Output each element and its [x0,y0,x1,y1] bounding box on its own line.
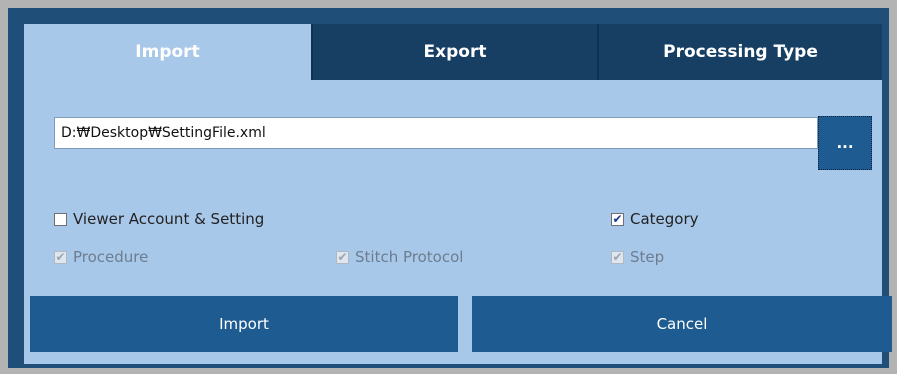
import-dialog: Import Export Processing Type ... Viewer… [8,8,892,368]
procedure-option: ✔ Procedure [54,248,148,266]
stitch-protocol-option: ✔ Stitch Protocol [336,248,463,266]
browse-button[interactable]: ... [818,116,872,170]
cancel-button[interactable]: Cancel [472,296,892,352]
tab-import[interactable]: Import [24,24,311,80]
step-option: ✔ Step [611,248,664,266]
category-label: Category [630,210,699,228]
category-option[interactable]: ✔ Category [611,210,699,228]
category-checkbox[interactable]: ✔ [611,212,624,226]
step-label: Step [630,248,665,266]
procedure-label: Procedure [73,248,149,266]
tab-processing-type[interactable]: Processing Type [597,24,882,80]
import-button[interactable]: Import [30,296,458,352]
file-path-input[interactable] [54,117,818,149]
step-checkbox: ✔ [611,250,624,264]
stitch-protocol-label: Stitch Protocol [355,248,464,266]
viewer-account-option[interactable]: Viewer Account & Setting [54,210,264,228]
tab-export[interactable]: Export [311,24,597,80]
viewer-account-label: Viewer Account & Setting [73,210,265,228]
viewer-account-checkbox[interactable] [54,212,67,226]
procedure-checkbox: ✔ [54,250,67,264]
stitch-protocol-checkbox: ✔ [336,250,349,264]
tab-bar: Import Export Processing Type [24,24,882,80]
